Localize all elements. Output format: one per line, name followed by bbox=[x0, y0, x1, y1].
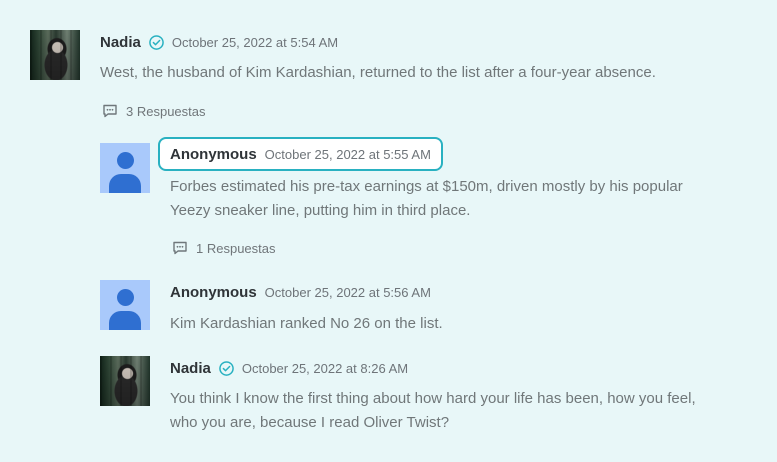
comment-header: Anonymous October 25, 2022 at 5:56 AM bbox=[170, 280, 431, 304]
verified-check-icon bbox=[149, 34, 164, 50]
replies-link[interactable]: 3 Respuestas bbox=[102, 103, 206, 119]
comment-bubble-icon bbox=[172, 240, 188, 256]
person-icon bbox=[117, 152, 134, 169]
comment-header: Nadia October 25, 2022 at 8:26 AM bbox=[170, 356, 408, 380]
user-avatar-photo bbox=[100, 356, 150, 406]
comment-text: West, the husband of Kim Kardashian, ret… bbox=[100, 64, 656, 81]
comment-author[interactable]: Anonymous bbox=[170, 284, 257, 301]
comment-date[interactable]: October 25, 2022 at 5:54 AM bbox=[172, 35, 338, 50]
comment-author[interactable]: Nadia bbox=[170, 360, 211, 377]
person-icon-body bbox=[109, 311, 141, 330]
replies-label: 3 Respuestas bbox=[126, 103, 206, 119]
anonymous-avatar bbox=[100, 143, 150, 193]
comment-bubble-icon bbox=[102, 103, 118, 119]
comment-date[interactable]: October 25, 2022 at 5:55 AM bbox=[265, 147, 431, 162]
person-icon-body bbox=[109, 174, 141, 193]
comment-date[interactable]: October 25, 2022 at 5:56 AM bbox=[265, 285, 431, 300]
comment-header-highlighted: Anonymous October 25, 2022 at 5:55 AM bbox=[158, 137, 443, 171]
comment-author[interactable]: Anonymous bbox=[170, 146, 257, 163]
replies-label: 1 Respuestas bbox=[196, 240, 276, 256]
comment-author[interactable]: Nadia bbox=[100, 34, 141, 51]
replies-link[interactable]: 1 Respuestas bbox=[172, 240, 276, 256]
comment-date[interactable]: October 25, 2022 at 8:26 AM bbox=[242, 361, 408, 376]
comments-thread: Nadia October 25, 2022 at 5:54 AM West, … bbox=[0, 0, 777, 462]
verified-check-icon bbox=[219, 360, 234, 376]
comment-text-line-1: Forbes estimated his pre-tax earnings at… bbox=[170, 178, 683, 195]
comment-header: Nadia October 25, 2022 at 5:54 AM bbox=[100, 30, 338, 54]
comment-text-line-2: who you are, because I read Oliver Twist… bbox=[170, 414, 450, 431]
person-icon bbox=[117, 289, 134, 306]
comment-text-line-2: Yeezy sneaker line, putting him in third… bbox=[170, 202, 471, 219]
comment-text-line-1: You think I know the first thing about h… bbox=[170, 390, 696, 407]
user-avatar-photo bbox=[30, 30, 80, 80]
comment-text: Kim Kardashian ranked No 26 on the list. bbox=[170, 315, 443, 332]
anonymous-avatar bbox=[100, 280, 150, 330]
